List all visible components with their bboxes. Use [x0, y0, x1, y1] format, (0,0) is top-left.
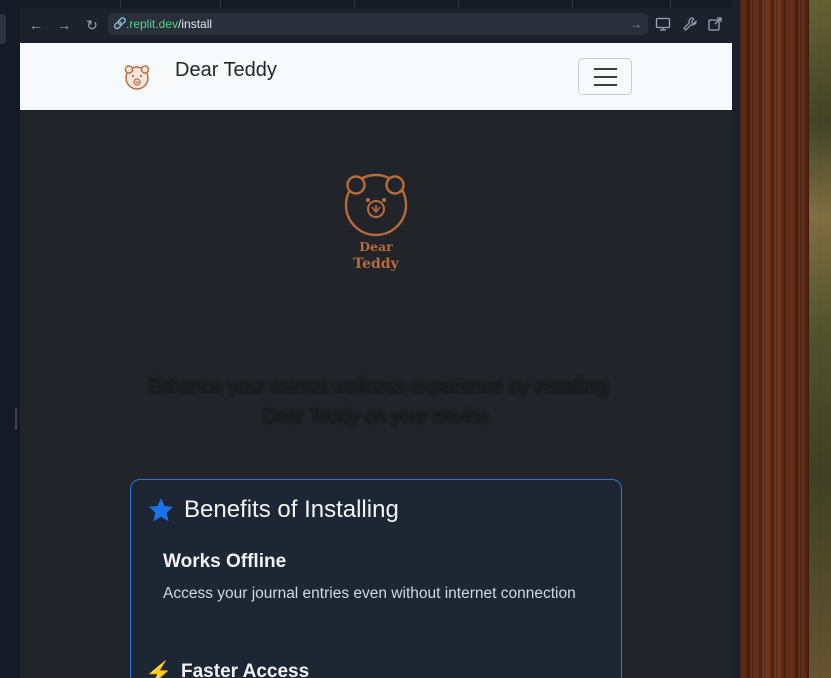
url-text: .replit.dev/install — [126, 13, 212, 35]
navbar-toggler-button[interactable] — [578, 58, 632, 95]
external-link-icon[interactable] — [706, 16, 724, 34]
link-icon: 🔗 — [113, 18, 127, 30]
desktop-wallpaper — [740, 0, 831, 678]
benefits-title: Benefits of Installing — [184, 496, 399, 523]
reload-icon[interactable]: ↻ — [83, 16, 101, 34]
feature-title: Works Offline — [163, 551, 287, 572]
browser-window: ← → ↻ 🔗 .replit.dev/install → Dear Teddy… — [20, 0, 732, 678]
back-arrow-icon[interactable]: ← — [27, 16, 45, 34]
hamburger-menu-icon — [594, 84, 617, 86]
feature-title: Faster Access — [181, 661, 310, 678]
browser-toolbar: ← → ↻ 🔗 .replit.dev/install → — [20, 8, 732, 43]
lightning-icon: ⚡ — [145, 660, 173, 678]
star-icon — [148, 498, 174, 522]
hero-logo-line1: Dear — [359, 239, 393, 254]
wrench-icon[interactable] — [681, 16, 699, 34]
feature-description: Access your journal entries even without… — [163, 585, 576, 602]
hamburger-menu-icon — [594, 68, 617, 70]
bear-logo-icon[interactable] — [122, 62, 152, 92]
forward-arrow-icon[interactable]: → — [55, 16, 73, 34]
hamburger-menu-icon — [594, 76, 617, 78]
panel-tab — [0, 14, 6, 44]
benefits-card: Benefits of Installing Works Offline Acc… — [130, 479, 622, 678]
url-host: .replit.dev — [126, 17, 179, 31]
brand-name[interactable]: Dear Teddy — [175, 59, 277, 82]
monitor-icon[interactable] — [654, 16, 672, 34]
tab-strip — [20, 0, 732, 8]
url-path: /install — [178, 17, 213, 31]
url-bar[interactable]: 🔗 .replit.dev/install → — [108, 13, 648, 35]
site-navbar: Dear Teddy — [20, 43, 732, 110]
window-gap — [732, 0, 740, 678]
resize-handle[interactable] — [15, 408, 17, 430]
page-viewport: Dear Teddy Dear Teddy Enhance your menta… — [20, 43, 732, 678]
go-arrow-icon[interactable]: → — [630, 13, 642, 35]
left-panel-edge — [0, 0, 20, 678]
hero-tagline: Enhance your mental wellness experience … — [147, 375, 609, 426]
hero-logo-line2: Teddy — [353, 256, 399, 271]
hero-bear-logo: Dear Teddy — [344, 173, 408, 271]
